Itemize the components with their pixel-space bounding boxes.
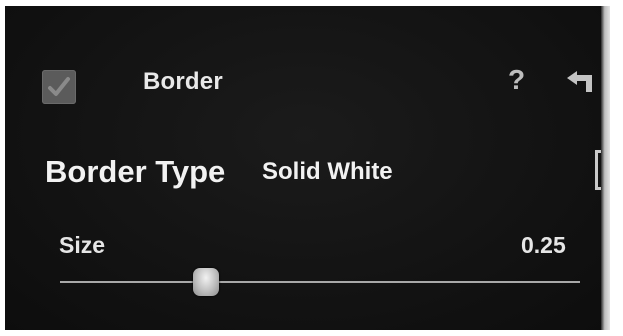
help-button[interactable]: ? bbox=[508, 64, 525, 96]
screenshot-frame: Border ? Border Type Solid White Size 0.… bbox=[0, 0, 623, 336]
checkmark-icon bbox=[48, 77, 70, 96]
size-slider[interactable] bbox=[60, 264, 580, 300]
panel-edge bbox=[601, 6, 610, 330]
size-value: 0.25 bbox=[521, 232, 566, 258]
undo-arrow-icon bbox=[567, 71, 592, 92]
border-settings-panel: Border ? Border Type Solid White Size 0.… bbox=[5, 6, 605, 330]
slider-thumb[interactable] bbox=[193, 268, 219, 296]
border-type-label: Border Type bbox=[45, 154, 226, 189]
panel-title: Border bbox=[143, 68, 223, 95]
border-type-select[interactable]: Solid White bbox=[262, 158, 393, 186]
size-label: Size bbox=[59, 232, 106, 258]
reset-button[interactable] bbox=[565, 68, 599, 98]
panel-header: Border ? bbox=[5, 56, 605, 111]
enable-border-checkbox[interactable] bbox=[42, 70, 76, 104]
border-type-row: Border Type Solid White bbox=[5, 146, 605, 196]
slider-track bbox=[60, 281, 580, 283]
